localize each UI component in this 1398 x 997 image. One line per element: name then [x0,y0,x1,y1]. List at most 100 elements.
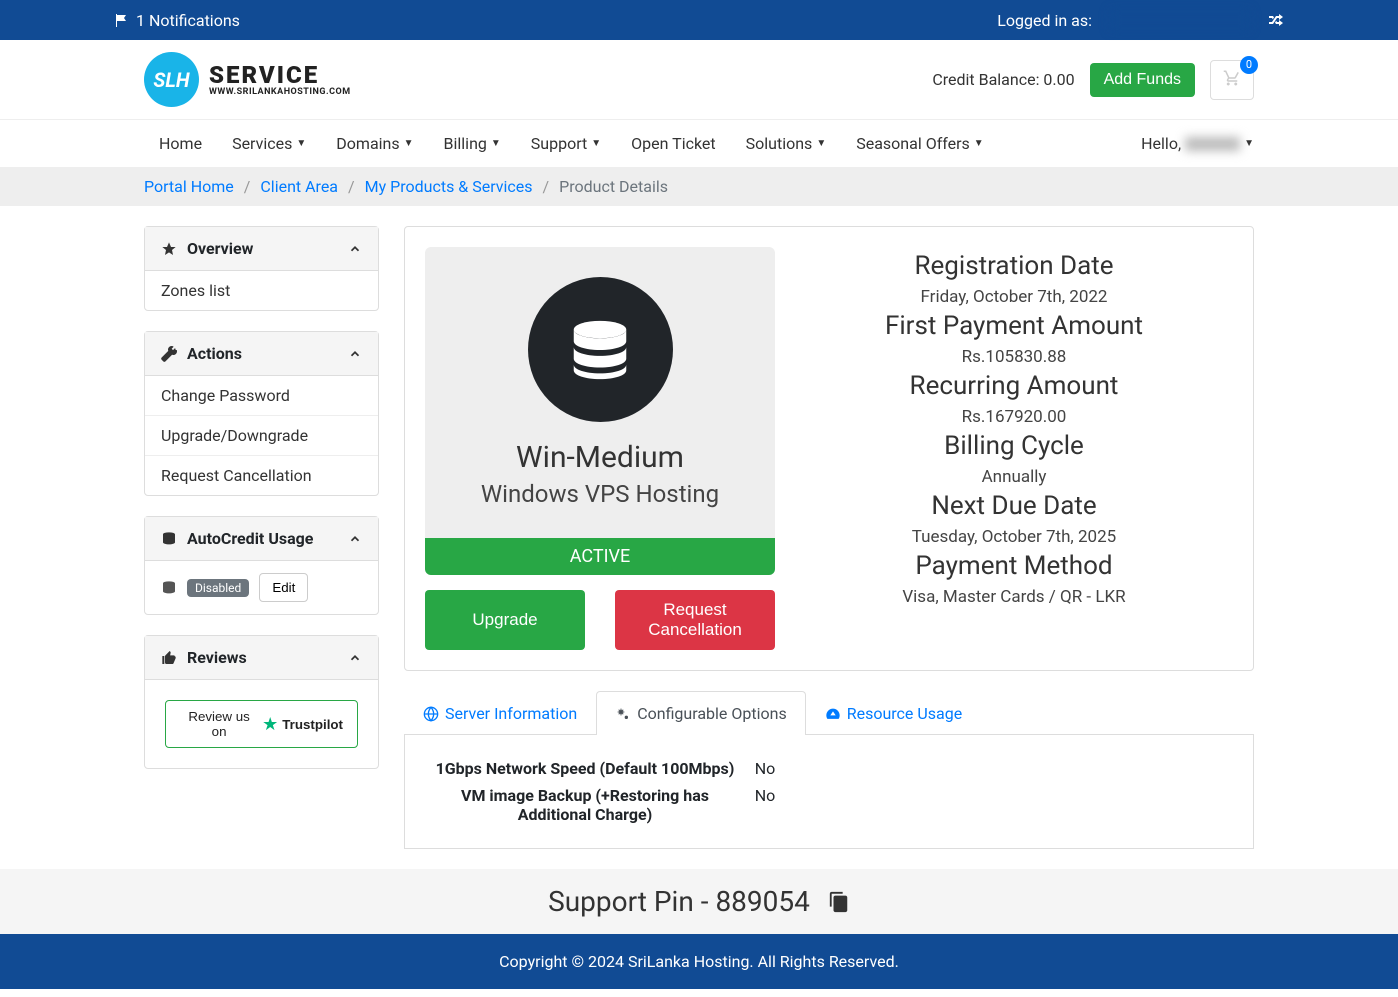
reviews-panel: Reviews Review us on ★ Trustpilot [144,635,379,769]
star-icon [161,241,177,257]
dashboard-icon [825,706,841,722]
sidebar: Overview Zones list Actions Change Passw… [144,226,379,789]
caret-icon: ▼ [591,138,601,149]
trustpilot-button[interactable]: Review us on ★ Trustpilot [165,700,358,748]
tab-server-info[interactable]: Server Information [404,691,596,735]
nav-open-ticket[interactable]: Open Ticket [616,120,730,167]
info-label: Registration Date [795,251,1233,281]
actions-header[interactable]: Actions [145,332,378,376]
info-label: Billing Cycle [795,431,1233,461]
option-value: No [735,759,795,778]
database-large-icon [528,277,673,422]
info-value: Visa, Master Cards / QR - LKR [795,587,1233,607]
sidebar-item-zones[interactable]: Zones list [145,271,378,310]
tabs-section: Server Information Configurable Options … [404,691,1254,849]
username-blur [1185,137,1240,151]
globe-icon [423,706,439,722]
breadcrumb-products[interactable]: My Products & Services [365,177,533,196]
tab-configurable-options[interactable]: Configurable Options [596,691,806,735]
chevron-up-icon [348,347,362,361]
product-category: Windows VPS Hosting [455,480,745,508]
breadcrumb: Portal Home / Client Area / My Products … [114,177,1284,196]
product-info: Registration Date Friday, October 7th, 2… [795,247,1233,650]
header: SLH SERVICE WWW.SRILANKAHOSTING.COM Cred… [0,40,1398,119]
nav-services[interactable]: Services ▼ [217,120,321,167]
chevron-up-icon [348,242,362,256]
request-cancellation-button[interactable]: Request Cancellation [615,590,775,650]
reviews-header[interactable]: Reviews [145,636,378,680]
nav-support[interactable]: Support ▼ [516,120,616,167]
thumbs-up-icon [161,650,177,666]
option-row: VM image Backup (+Restoring has Addition… [435,782,1223,828]
nav-billing[interactable]: Billing ▼ [429,120,516,167]
option-value: No [735,786,795,824]
sidebar-item-cancel[interactable]: Request Cancellation [145,456,378,495]
logo-icon: SLH [144,52,199,107]
info-label: Next Due Date [795,491,1233,521]
info-label: First Payment Amount [795,311,1233,341]
content: Win-Medium Windows VPS Hosting ACTIVE Up… [404,226,1254,849]
sidebar-item-upgrade[interactable]: Upgrade/Downgrade [145,416,378,456]
cart-button[interactable]: 0 [1210,60,1254,100]
footer: Copyright © 2024 SriLanka Hosting. All R… [0,934,1398,989]
info-value: Rs.167920.00 [795,407,1233,427]
breadcrumb-portal-home[interactable]: Portal Home [144,177,234,196]
database-icon [161,580,177,596]
tab-resource-usage[interactable]: Resource Usage [806,691,981,735]
support-pin-text: Support Pin - 889054 [548,885,810,918]
caret-icon: ▼ [296,138,306,149]
credit-balance: Credit Balance: 0.00 [932,70,1074,89]
caret-icon: ▼ [1244,138,1254,149]
logo-subtext: WWW.SRILANKAHOSTING.COM [209,87,351,97]
autocredit-header[interactable]: AutoCredit Usage [145,517,378,561]
option-label: 1Gbps Network Speed (Default 100Mbps) [435,759,735,778]
cart-badge: 0 [1240,56,1258,74]
caret-icon: ▼ [816,138,826,149]
info-label: Payment Method [795,551,1233,581]
support-pin-bar: Support Pin - 889054 [0,869,1398,934]
autocredit-panel: AutoCredit Usage Disabled Edit [144,516,379,615]
add-funds-button[interactable]: Add Funds [1090,63,1195,97]
caret-icon: ▼ [974,138,984,149]
topbar: 1 Notifications Logged in as: [0,0,1398,40]
nav-home[interactable]: Home [144,120,217,167]
breadcrumb-client-area[interactable]: Client Area [260,177,338,196]
shuffle-icon[interactable] [1268,12,1284,28]
autocredit-edit-button[interactable]: Edit [259,573,308,602]
product-card: Win-Medium Windows VPS Hosting ACTIVE Up… [404,226,1254,671]
overview-header[interactable]: Overview [145,227,378,271]
chevron-up-icon [348,651,362,665]
option-label: VM image Backup (+Restoring has Addition… [435,786,735,824]
notifications-link[interactable]: 1 Notifications [114,11,240,30]
nav-domains[interactable]: Domains ▼ [321,120,428,167]
navbar: Home Services ▼ Domains ▼ Billing ▼ Supp… [0,119,1398,167]
logged-in-label: Logged in as: [997,11,1092,30]
info-value: Tuesday, October 7th, 2025 [795,527,1233,547]
upgrade-button[interactable]: Upgrade [425,590,585,650]
flag-icon [114,12,130,28]
product-name: Win-Medium [455,440,745,475]
info-value: Annually [795,467,1233,487]
sidebar-item-change-password[interactable]: Change Password [145,376,378,416]
autocredit-status-badge: Disabled [187,579,249,597]
trustpilot-star-icon: ★ [262,714,278,735]
wrench-icon [161,346,177,362]
nav-list: Home Services ▼ Domains ▼ Billing ▼ Supp… [144,120,999,167]
product-box: Win-Medium Windows VPS Hosting [425,247,775,538]
breadcrumb-current: Product Details [559,177,668,196]
logo[interactable]: SLH SERVICE WWW.SRILANKAHOSTING.COM [144,52,351,107]
copy-icon[interactable] [828,891,850,913]
cart-icon [1223,69,1241,87]
cogs-icon [615,706,631,722]
database-icon [161,531,177,547]
nav-seasonal[interactable]: Seasonal Offers ▼ [841,120,998,167]
actions-panel: Actions Change Password Upgrade/Downgrad… [144,331,379,496]
caret-icon: ▼ [491,138,501,149]
user-menu[interactable]: Hello, ▼ [1141,134,1254,153]
overview-panel: Overview Zones list [144,226,379,311]
breadcrumb-bar: Portal Home / Client Area / My Products … [0,167,1398,206]
status-badge: ACTIVE [425,538,775,575]
notifications-text: 1 Notifications [136,11,240,30]
info-value: Friday, October 7th, 2022 [795,287,1233,307]
nav-solutions[interactable]: Solutions ▼ [731,120,842,167]
